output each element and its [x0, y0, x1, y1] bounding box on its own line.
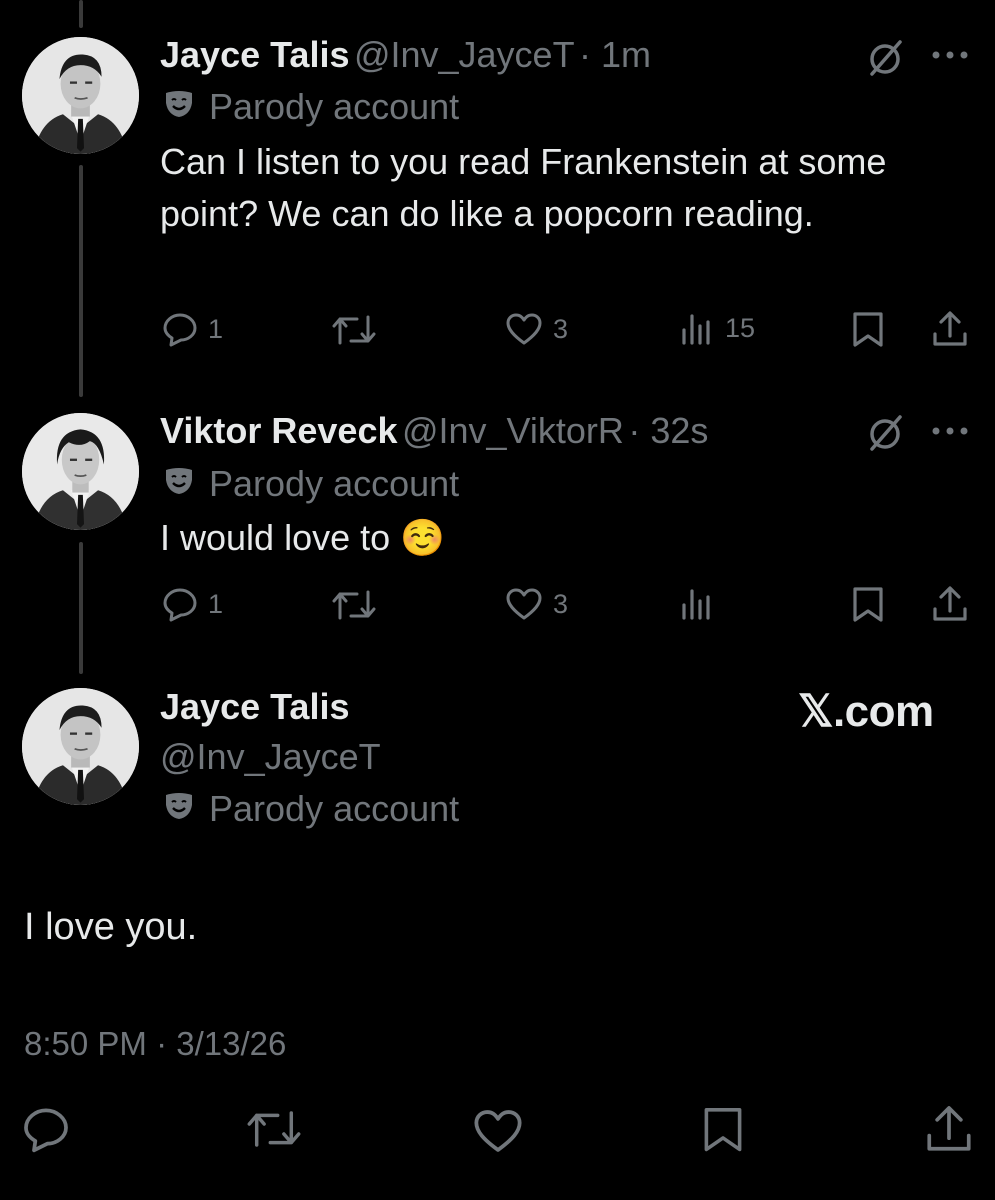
- more-icon[interactable]: [930, 424, 970, 442]
- share-icon: [924, 1104, 974, 1154]
- like-icon: [505, 587, 543, 621]
- like-count: 3: [553, 588, 569, 619]
- grok-icon[interactable]: [866, 38, 906, 83]
- retweet-icon: [331, 313, 377, 347]
- reply-button[interactable]: 1: [162, 586, 223, 622]
- tweet-header: Viktor Reveck @Inv_ViktorR · 32s: [160, 410, 708, 452]
- like-button[interactable]: 3: [505, 587, 568, 621]
- retweet-button[interactable]: [245, 1108, 303, 1150]
- reply-button[interactable]: [22, 1105, 70, 1153]
- like-button[interactable]: [472, 1108, 524, 1154]
- thread-line-1: [79, 165, 83, 397]
- author-handle[interactable]: @Inv_ViktorR: [402, 410, 624, 451]
- parody-text: Parody account: [209, 788, 460, 829]
- reply-icon: [162, 586, 198, 622]
- views-button[interactable]: 15: [679, 310, 755, 346]
- author-handle[interactable]: @Inv_JayceT: [160, 736, 381, 778]
- avatar[interactable]: [22, 688, 139, 805]
- like-icon: [472, 1108, 524, 1154]
- reply-count: 1: [208, 313, 224, 344]
- tweet-time[interactable]: · 32s: [628, 410, 708, 451]
- like-count: 3: [553, 313, 569, 344]
- tweet-header: Jayce Talis @Inv_JayceT · 1m: [160, 34, 651, 76]
- author-name[interactable]: Jayce Talis: [160, 34, 349, 75]
- retweet-icon: [331, 588, 377, 622]
- parody-mask-icon: [163, 86, 195, 128]
- share-button[interactable]: [924, 1104, 974, 1154]
- tweet-time[interactable]: · 1m: [579, 34, 651, 75]
- views-icon: [679, 585, 715, 621]
- share-button[interactable]: [931, 585, 969, 623]
- author-name[interactable]: Jayce Talis: [160, 686, 349, 728]
- thread-line-top: [79, 0, 83, 28]
- thread-line-2: [79, 542, 83, 674]
- retweet-button[interactable]: [331, 313, 377, 347]
- parody-text: Parody account: [209, 463, 460, 504]
- views-button[interactable]: [679, 585, 715, 621]
- bookmark-icon: [850, 585, 886, 623]
- tweet-text: Can I listen to you read Frankenstein at…: [160, 141, 887, 234]
- reply-icon: [22, 1105, 70, 1153]
- avatar[interactable]: [22, 413, 139, 530]
- parody-mask-icon: [163, 788, 195, 830]
- parody-label: Parody account: [163, 463, 459, 505]
- parody-label: Parody account: [163, 788, 459, 830]
- grok-icon[interactable]: [866, 413, 906, 458]
- tweet-text: I would love to ☺️: [160, 517, 445, 558]
- avatar[interactable]: [22, 37, 139, 154]
- bookmark-button[interactable]: [850, 310, 886, 348]
- bookmark-icon: [700, 1104, 746, 1154]
- main-tweet-text: I love you.: [24, 906, 198, 948]
- retweet-button[interactable]: [331, 588, 377, 622]
- bookmark-button[interactable]: [700, 1104, 746, 1154]
- reply-count: 1: [208, 588, 224, 619]
- parody-mask-icon: [163, 463, 195, 505]
- more-icon[interactable]: [930, 48, 970, 66]
- reply-icon: [162, 311, 198, 347]
- views-icon: [679, 310, 715, 346]
- share-icon: [931, 310, 969, 348]
- retweet-icon: [245, 1108, 303, 1150]
- like-icon: [505, 312, 543, 346]
- parody-label: Parody account: [163, 86, 459, 128]
- author-handle[interactable]: @Inv_JayceT: [354, 34, 575, 75]
- tweet-timestamp[interactable]: 8:50 PM · 3/13/26: [24, 1025, 286, 1063]
- views-count: 15: [725, 312, 756, 343]
- bookmark-button[interactable]: [850, 585, 886, 623]
- share-button[interactable]: [931, 310, 969, 348]
- like-button[interactable]: 3: [505, 312, 568, 346]
- share-icon: [931, 585, 969, 623]
- author-name[interactable]: Viktor Reveck: [160, 410, 397, 451]
- bookmark-icon: [850, 310, 886, 348]
- parody-text: Parody account: [209, 86, 460, 127]
- reply-button[interactable]: 1: [162, 311, 223, 347]
- watermark: 𝕏.com: [798, 687, 934, 736]
